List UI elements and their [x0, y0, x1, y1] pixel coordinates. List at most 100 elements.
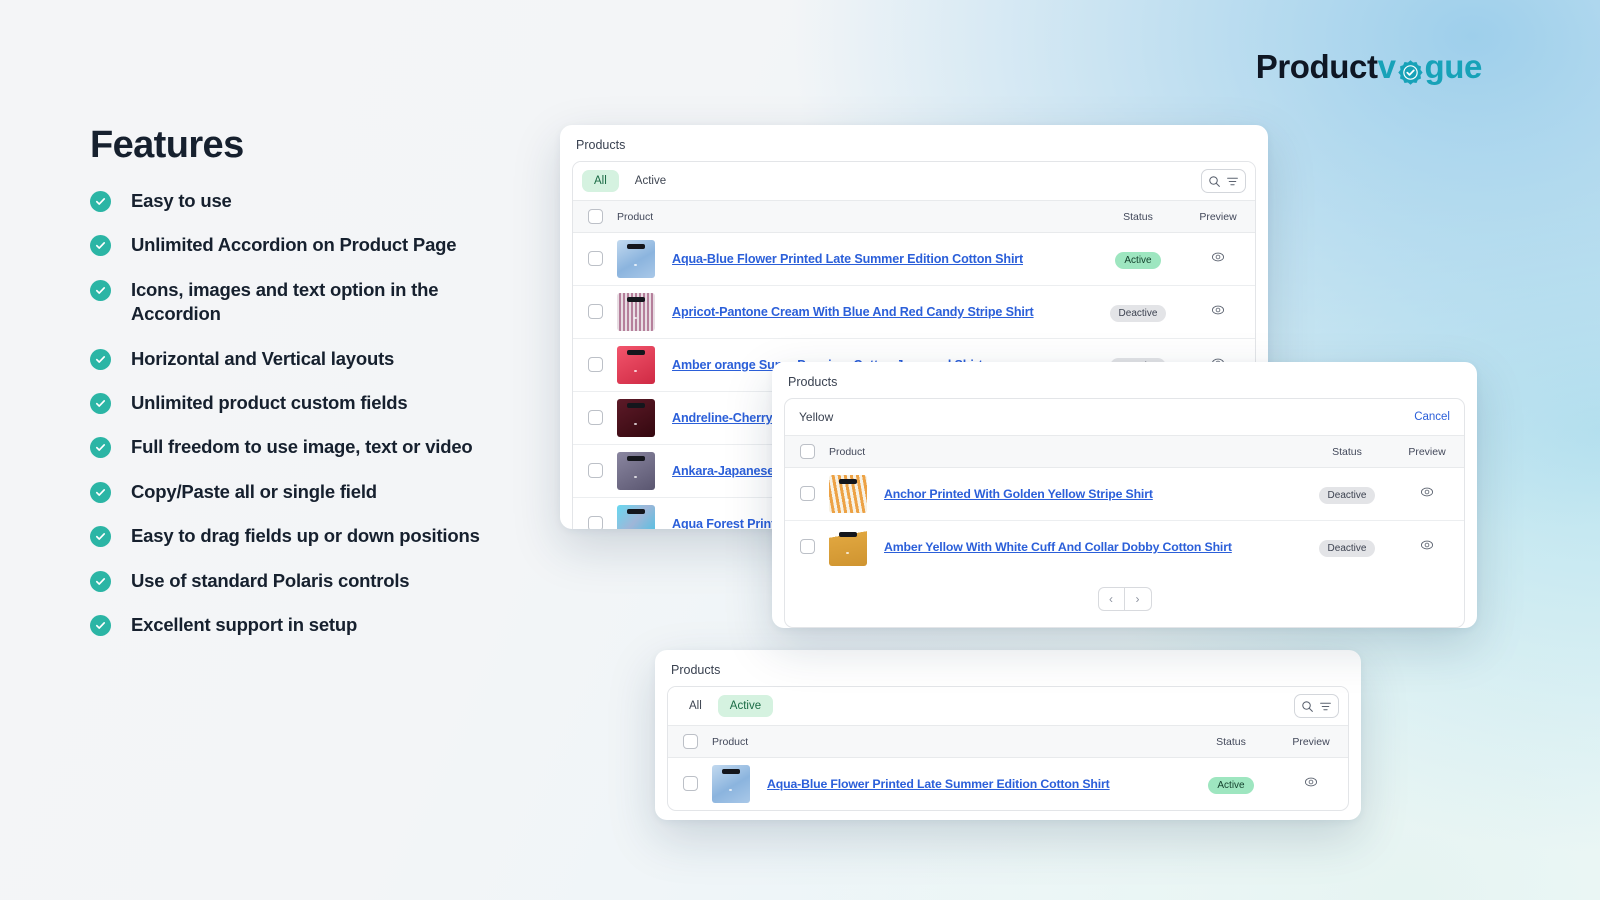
feature-item: Icons, images and text option in the Acc…	[90, 278, 560, 327]
feature-item: Easy to drag fields up or down positions	[90, 524, 560, 548]
status-badge: Active	[1115, 252, 1160, 269]
feature-label: Easy to drag fields up or down positions	[131, 524, 480, 548]
feature-item: Easy to use	[90, 189, 560, 213]
column-preview: Preview	[1274, 726, 1348, 758]
row-select-cell	[573, 339, 617, 392]
select-all-checkbox[interactable]	[683, 734, 698, 749]
product-link[interactable]: Apricot-Pantone Cream With Blue And Red …	[672, 305, 1034, 319]
eye-icon[interactable]	[1211, 250, 1225, 269]
filter-icon[interactable]	[1319, 700, 1332, 713]
feature-item: Full freedom to use image, text or video	[90, 435, 560, 459]
preview-cell	[1181, 286, 1255, 339]
row-checkbox[interactable]	[588, 516, 603, 529]
feature-item: Use of standard Polaris controls	[90, 569, 560, 593]
table-header-row: Product Status Preview	[573, 201, 1255, 233]
search-input[interactable]: Yellow	[799, 410, 833, 424]
table-row[interactable]: Aqua-Blue Flower Printed Late Summer Edi…	[668, 758, 1348, 811]
product-thumbnail	[617, 505, 655, 529]
select-all-checkbox[interactable]	[800, 444, 815, 459]
product-link[interactable]: Anchor Printed With Golden Yellow Stripe…	[884, 487, 1153, 501]
pagination: ‹ ›	[785, 573, 1464, 627]
column-product: Product	[829, 436, 1304, 468]
check-circle-icon	[90, 280, 111, 301]
products-search-card: Products Yellow Cancel Product Status Pr…	[772, 362, 1477, 628]
row-select-cell	[573, 286, 617, 339]
search-icon[interactable]	[1301, 700, 1314, 713]
row-select-cell	[573, 233, 617, 286]
product-thumbnail	[617, 399, 655, 437]
select-all-header	[785, 436, 829, 468]
check-circle-icon	[90, 571, 111, 592]
table-header-row: Product Status Preview	[668, 726, 1348, 758]
row-checkbox[interactable]	[800, 539, 815, 554]
table-row[interactable]: Apricot-Pantone Cream With Blue And Red …	[573, 286, 1255, 339]
row-checkbox[interactable]	[588, 410, 603, 425]
products-active-card: Products All Active Product Status Previ…	[655, 650, 1361, 820]
filter-icon[interactable]	[1226, 175, 1239, 188]
feature-label: Horizontal and Vertical layouts	[131, 347, 394, 371]
product-thumbnail	[829, 528, 867, 566]
product-thumbnail	[617, 240, 655, 278]
row-checkbox[interactable]	[588, 357, 603, 372]
eye-icon[interactable]	[1304, 775, 1318, 794]
status-cell: Active	[1188, 758, 1274, 811]
tab-all[interactable]: All	[582, 170, 619, 192]
preview-cell	[1274, 758, 1348, 811]
check-circle-icon	[90, 349, 111, 370]
features-title: Features	[90, 124, 560, 167]
row-checkbox[interactable]	[588, 304, 603, 319]
row-checkbox[interactable]	[800, 486, 815, 501]
brand-name-product: Product	[1256, 48, 1378, 86]
row-checkbox[interactable]	[588, 463, 603, 478]
row-select-cell	[573, 392, 617, 445]
product-link[interactable]: Aqua-Blue Flower Printed Late Summer Edi…	[672, 252, 1023, 266]
feature-item: Unlimited Accordion on Product Page	[90, 233, 560, 257]
row-checkbox[interactable]	[588, 251, 603, 266]
table-row[interactable]: Amber Yellow With White Cuff And Collar …	[785, 521, 1464, 574]
feature-item: Unlimited product custom fields	[90, 391, 560, 415]
product-cell: Aqua-Blue Flower Printed Late Summer Edi…	[712, 758, 1188, 811]
feature-item: Excellent support in setup	[90, 613, 560, 637]
pagination-next-button[interactable]: ›	[1125, 587, 1152, 611]
column-product: Product	[617, 201, 1095, 233]
column-status: Status	[1188, 726, 1274, 758]
check-circle-icon	[90, 482, 111, 503]
pagination-prev-button[interactable]: ‹	[1098, 587, 1125, 611]
preview-cell	[1390, 521, 1464, 574]
products-table-container: All Active Product Status Preview	[667, 686, 1349, 811]
status-cell: Deactive	[1095, 286, 1181, 339]
search-bar: Yellow Cancel	[785, 399, 1464, 436]
card-title: Products	[772, 362, 1477, 398]
tab-active[interactable]: Active	[718, 695, 773, 717]
product-thumbnail	[712, 765, 750, 803]
select-all-checkbox[interactable]	[588, 209, 603, 224]
eye-icon[interactable]	[1420, 485, 1434, 504]
search-icon[interactable]	[1208, 175, 1221, 188]
check-circle-icon	[90, 235, 111, 256]
table-row[interactable]: Anchor Printed With Golden Yellow Stripe…	[785, 468, 1464, 521]
eye-icon[interactable]	[1211, 303, 1225, 322]
tab-active[interactable]: Active	[623, 170, 678, 192]
eye-icon[interactable]	[1420, 538, 1434, 557]
status-badge: Deactive	[1319, 487, 1376, 504]
product-cell: Amber Yellow With White Cuff And Collar …	[829, 521, 1304, 574]
row-select-cell	[573, 445, 617, 498]
product-link[interactable]: Aqua-Blue Flower Printed Late Summer Edi…	[767, 777, 1110, 791]
feature-label: Icons, images and text option in the Acc…	[131, 278, 461, 327]
product-thumbnail	[829, 475, 867, 513]
feature-label: Copy/Paste all or single field	[131, 480, 377, 504]
row-select-cell	[668, 758, 712, 811]
row-checkbox[interactable]	[683, 776, 698, 791]
product-thumbnail	[617, 452, 655, 490]
feature-label: Excellent support in setup	[131, 613, 357, 637]
status-cell: Active	[1095, 233, 1181, 286]
products-table: Product Status Preview Anchor Printed Wi…	[785, 436, 1464, 573]
column-status: Status	[1095, 201, 1181, 233]
product-link[interactable]: Amber Yellow With White Cuff And Collar …	[884, 540, 1232, 554]
row-select-cell	[573, 498, 617, 530]
cancel-button[interactable]: Cancel	[1414, 411, 1450, 423]
table-row[interactable]: Aqua-Blue Flower Printed Late Summer Edi…	[573, 233, 1255, 286]
feature-label: Unlimited Accordion on Product Page	[131, 233, 456, 257]
tab-all[interactable]: All	[677, 695, 714, 717]
verified-badge-icon	[1397, 56, 1424, 83]
